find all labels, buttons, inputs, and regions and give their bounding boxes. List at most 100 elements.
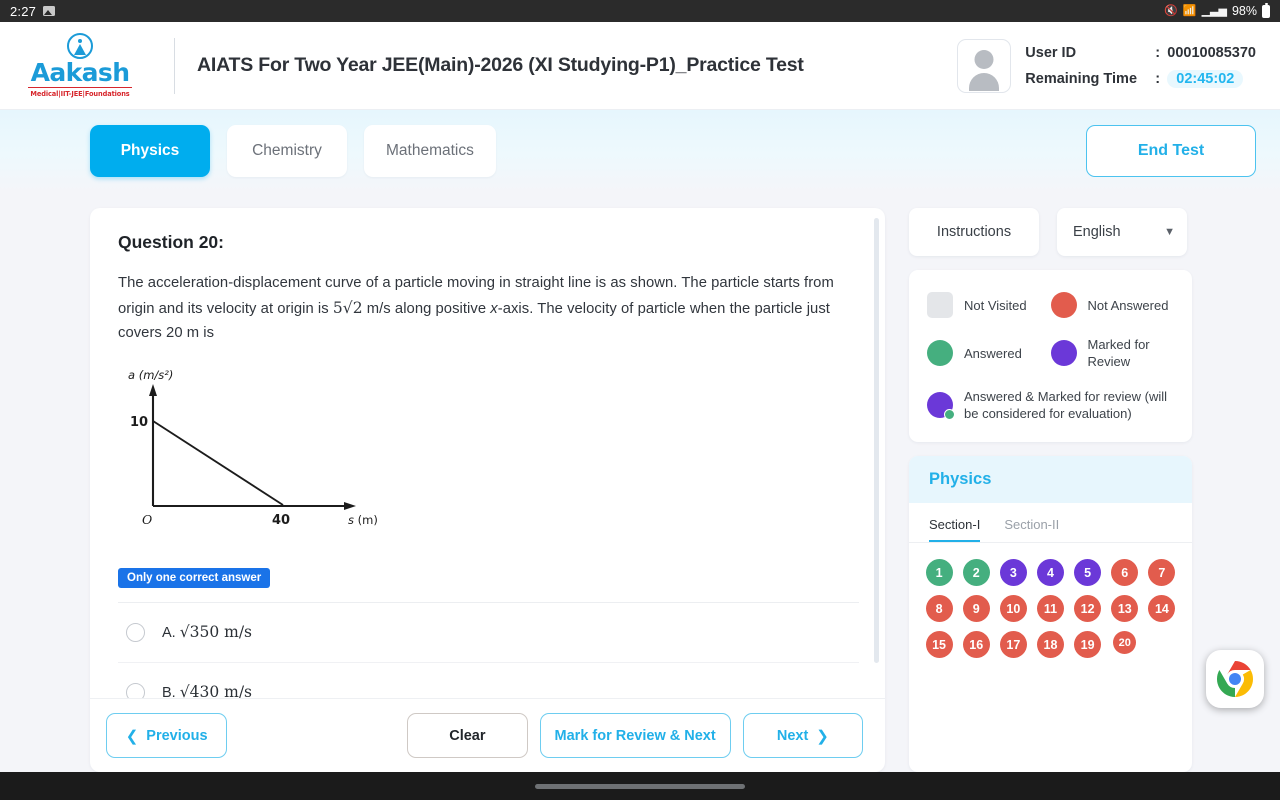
tab-section-1[interactable]: Section-I xyxy=(929,517,981,542)
battery-icon xyxy=(1262,2,1270,18)
tab-mathematics[interactable]: Mathematics xyxy=(364,125,496,177)
palette-question-6[interactable]: 6 xyxy=(1111,559,1139,586)
language-value: English xyxy=(1073,224,1121,240)
app-header: Aakash Medical|IIT-JEE|Foundations AIATS… xyxy=(0,22,1280,110)
palette-question-11[interactable]: 11 xyxy=(1036,595,1064,622)
palette-question-1[interactable]: 1 xyxy=(925,559,953,586)
logo-tagline: Medical|IIT-JEE|Foundations xyxy=(28,87,132,98)
android-status-bar: 2:27 🔇 📶 ▁▃▅ 98% xyxy=(0,0,1280,22)
wifi-icon: 📶 xyxy=(1182,4,1197,17)
chrome-icon xyxy=(1216,661,1254,697)
answered-marked-swatch xyxy=(927,392,955,420)
question-body: The acceleration-displacement curve of a… xyxy=(118,271,859,346)
signal-icon: ▁▃▅ xyxy=(1201,4,1227,17)
not-visited-swatch xyxy=(927,292,953,318)
header-divider xyxy=(174,37,175,94)
tab-chemistry-label: Chemistry xyxy=(252,142,322,159)
option-a[interactable]: A. √350 m/s xyxy=(118,603,859,663)
remaining-time-colon: : xyxy=(1155,70,1161,87)
tab-mathematics-label: Mathematics xyxy=(386,142,474,159)
legend-answered-and-marked: Answered & Marked for review (will be co… xyxy=(927,388,1174,422)
palette-question-12[interactable]: 12 xyxy=(1074,595,1102,622)
home-gesture-pill[interactable] xyxy=(535,783,745,789)
palette-subject-title: Physics xyxy=(909,456,1192,503)
question-figure: a (m/s²) 10 40 O s (m) xyxy=(120,362,859,552)
logo-container: Aakash Medical|IIT-JEE|Foundations xyxy=(0,33,160,98)
aakash-emblem-icon xyxy=(67,33,93,60)
only-one-correct-badge: Only one correct answer xyxy=(118,567,271,588)
palette-question-19[interactable]: 19 xyxy=(1074,631,1102,658)
chrome-floating-button[interactable] xyxy=(1206,650,1264,708)
next-label: Next xyxy=(776,727,809,744)
previous-button[interactable]: ❮ Previous xyxy=(106,713,228,758)
palette-question-13[interactable]: 13 xyxy=(1111,595,1139,622)
language-select[interactable]: English ▼ xyxy=(1057,208,1187,256)
chart-origin-label: O xyxy=(142,512,152,527)
palette-number-grid: 1 2 3 4 5 6 7 8 9 10 11 12 13 14 15 16 17 18 19 20 xyxy=(909,543,1192,674)
status-left: 2:27 xyxy=(10,3,56,19)
palette-question-9[interactable]: 9 xyxy=(962,595,990,622)
end-test-button[interactable]: End Test xyxy=(1086,125,1256,177)
mark-for-review-next-button[interactable]: Mark for Review & Next xyxy=(539,713,731,758)
next-button[interactable]: Next ❯ xyxy=(742,713,863,758)
acceleration-displacement-chart: a (m/s²) 10 40 O s (m) xyxy=(128,368,378,528)
marked-swatch xyxy=(1050,340,1077,366)
palette-section-tabs: Section-I Section-II xyxy=(909,503,1192,543)
tab-chemistry[interactable]: Chemistry xyxy=(227,125,347,177)
legend-not-visited: Not Visited xyxy=(927,292,1051,318)
legend-grid: Not Visited Not Answered Answered Marked… xyxy=(927,292,1174,370)
option-b-radio[interactable] xyxy=(126,682,145,698)
user-id-label: User ID xyxy=(1025,44,1077,61)
mute-icon: 🔇 xyxy=(1164,4,1178,17)
palette-question-8[interactable]: 8 xyxy=(925,595,953,622)
tab-physics-label: Physics xyxy=(120,142,180,159)
palette-question-17[interactable]: 17 xyxy=(999,631,1027,658)
legend-not-answered: Not Answered xyxy=(1050,292,1175,318)
question-footer: ❮ Previous Clear Mark for Review & Next … xyxy=(90,698,885,772)
page-title: AIATS For Two Year JEE(Main)-2026 (XI St… xyxy=(197,54,804,76)
legend-answered: Answered xyxy=(927,336,1051,370)
palette-question-18[interactable]: 18 xyxy=(1036,631,1064,658)
option-a-key: A. xyxy=(162,625,176,641)
palette-question-15[interactable]: 15 xyxy=(925,631,953,658)
chart-xtick-40: 40 xyxy=(272,513,290,528)
not-answered-swatch xyxy=(1050,292,1077,318)
palette-question-2[interactable]: 2 xyxy=(962,559,990,586)
tab-physics[interactable]: Physics xyxy=(90,125,210,177)
palette-question-5[interactable]: 5 xyxy=(1074,559,1102,586)
clear-button[interactable]: Clear xyxy=(407,713,528,758)
legend-answered-label: Answered xyxy=(964,345,1022,361)
palette-question-7[interactable]: 7 xyxy=(1148,559,1176,586)
option-b[interactable]: B. √430 m/s xyxy=(118,663,859,698)
user-details: User ID : 00010085370 Remaining Time : 0… xyxy=(1025,40,1256,92)
palette-question-16[interactable]: 16 xyxy=(962,631,990,658)
subject-tab-strip: Physics Chemistry Mathematics End Test xyxy=(0,110,1280,192)
chart-ytick-10: 10 xyxy=(130,415,148,430)
instructions-button[interactable]: Instructions xyxy=(909,208,1039,256)
question-italic-x: x xyxy=(490,300,498,317)
palette-question-3[interactable]: 3 xyxy=(999,559,1027,586)
palette-question-14[interactable]: 14 xyxy=(1148,595,1176,622)
palette-question-10[interactable]: 10 xyxy=(999,595,1027,622)
palette-question-20[interactable]: 20 xyxy=(1113,631,1137,654)
chevron-left-icon: ❮ xyxy=(125,727,139,745)
end-test-label: End Test xyxy=(1137,142,1205,159)
user-id-value: 00010085370 xyxy=(1167,44,1256,61)
palette-question-4[interactable]: 4 xyxy=(1036,559,1064,586)
status-clock: 2:27 xyxy=(10,3,37,19)
legend-marked-label: Marked for Review xyxy=(1087,337,1150,369)
instructions-label: Instructions xyxy=(936,224,1012,240)
tab-section-2-label: Section-II xyxy=(1004,517,1060,532)
option-a-radio[interactable] xyxy=(126,622,145,642)
legend-marked-for-review: Marked for Review xyxy=(1050,336,1175,370)
chart-ylabel: a (m/s²) xyxy=(128,368,173,382)
previous-label: Previous xyxy=(146,727,208,744)
remaining-time-row: Remaining Time : 02:45:02 xyxy=(1025,66,1256,92)
tab-section-2[interactable]: Section-II xyxy=(1004,517,1059,542)
status-legend: Not Visited Not Answered Answered Marked… xyxy=(909,270,1192,442)
question-scrollbar[interactable] xyxy=(874,218,879,663)
remaining-time-label: Remaining Time xyxy=(1025,70,1138,87)
question-card: Question 20: The acceleration-displaceme… xyxy=(90,208,885,772)
logo-wordmark: Aakash xyxy=(30,58,130,88)
android-nav-bar xyxy=(0,772,1280,800)
